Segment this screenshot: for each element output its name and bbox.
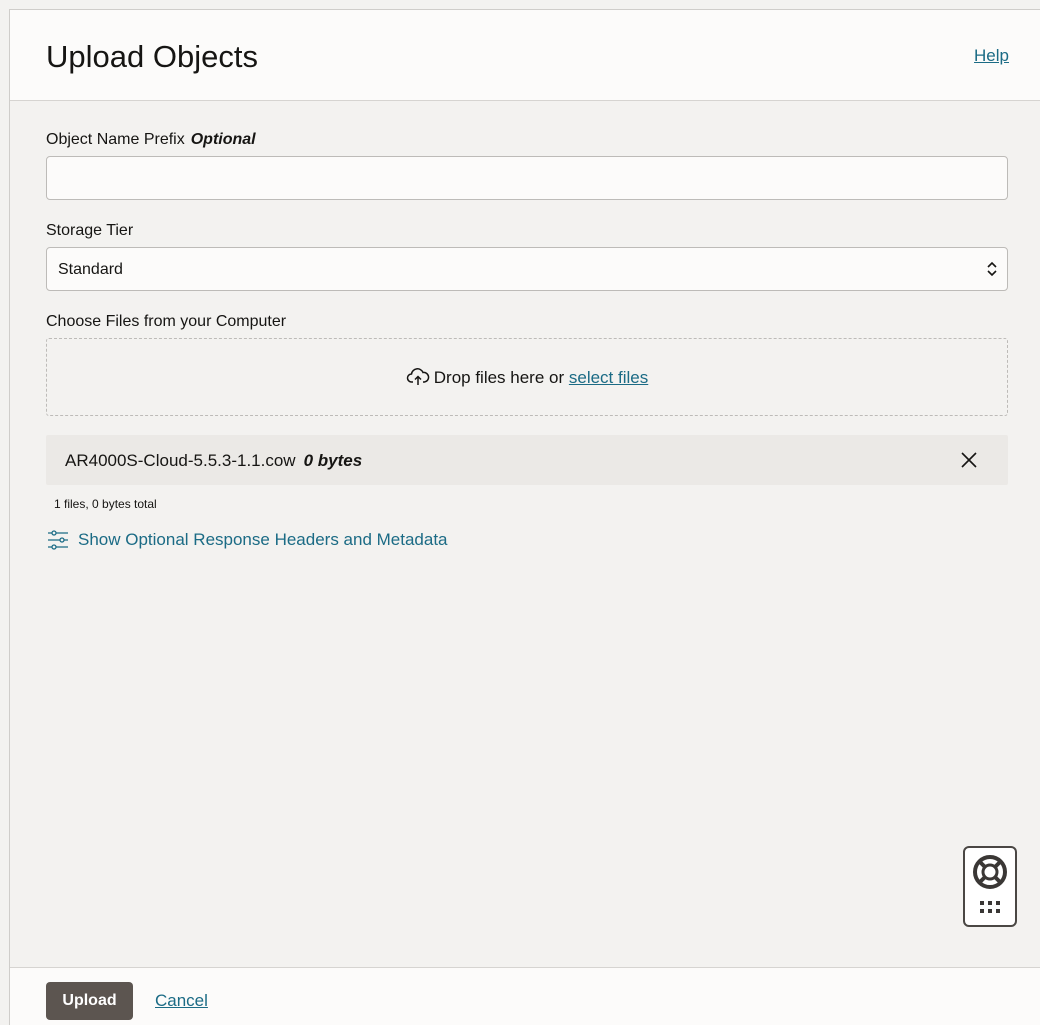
optional-tag: Optional: [190, 131, 256, 148]
help-link[interactable]: Help: [974, 46, 1009, 66]
prefix-label-text: Object Name Prefix: [46, 131, 185, 148]
grid-dots-icon: [980, 901, 1000, 913]
file-list-item: AR4000S-Cloud-5.5.3-1.1.cow 0 bytes: [46, 435, 1008, 485]
cloud-upload-icon: [406, 368, 430, 385]
storage-tier-value: Standard: [58, 261, 123, 278]
drop-text: Drop files here or: [433, 368, 565, 387]
file-drop-zone[interactable]: Drop files here or select files: [46, 338, 1008, 416]
drop-zone-content: Drop files here or select files: [47, 367, 1007, 388]
show-optional-headers-text: Show Optional Response Headers and Metad…: [78, 530, 448, 549]
panel-footer: Upload Cancel: [10, 967, 1040, 1025]
files-summary: 1 files, 0 bytes total: [54, 497, 157, 511]
file-entry: AR4000S-Cloud-5.5.3-1.1.cow 0 bytes: [65, 451, 362, 471]
support-widget-button[interactable]: [963, 846, 1017, 927]
storage-tier-select[interactable]: Standard: [46, 247, 1008, 291]
prefix-label: Object Name Prefix Optional: [46, 131, 256, 149]
panel-header: Upload Objects Help: [10, 10, 1040, 101]
sliders-icon: [48, 530, 68, 550]
file-name: AR4000S-Cloud-5.5.3-1.1.cow: [65, 451, 296, 470]
storage-tier-label: Storage Tier: [46, 222, 134, 239]
chevron-up-down-icon: [987, 261, 997, 277]
show-optional-headers-link[interactable]: Show Optional Response Headers and Metad…: [46, 529, 448, 551]
choose-files-label: Choose Files from your Computer: [46, 313, 287, 330]
cancel-link[interactable]: Cancel: [155, 991, 208, 1011]
file-size: 0 bytes: [303, 451, 363, 470]
close-icon[interactable]: [958, 449, 980, 471]
page-title: Upload Objects: [46, 39, 258, 74]
upload-button[interactable]: Upload: [46, 982, 133, 1020]
lifebuoy-icon: [973, 855, 1007, 889]
select-files-link[interactable]: select files: [569, 368, 648, 387]
upload-objects-panel: Upload Objects Help Object Name Prefix Op…: [9, 9, 1040, 1025]
object-name-prefix-input[interactable]: [46, 156, 1008, 200]
